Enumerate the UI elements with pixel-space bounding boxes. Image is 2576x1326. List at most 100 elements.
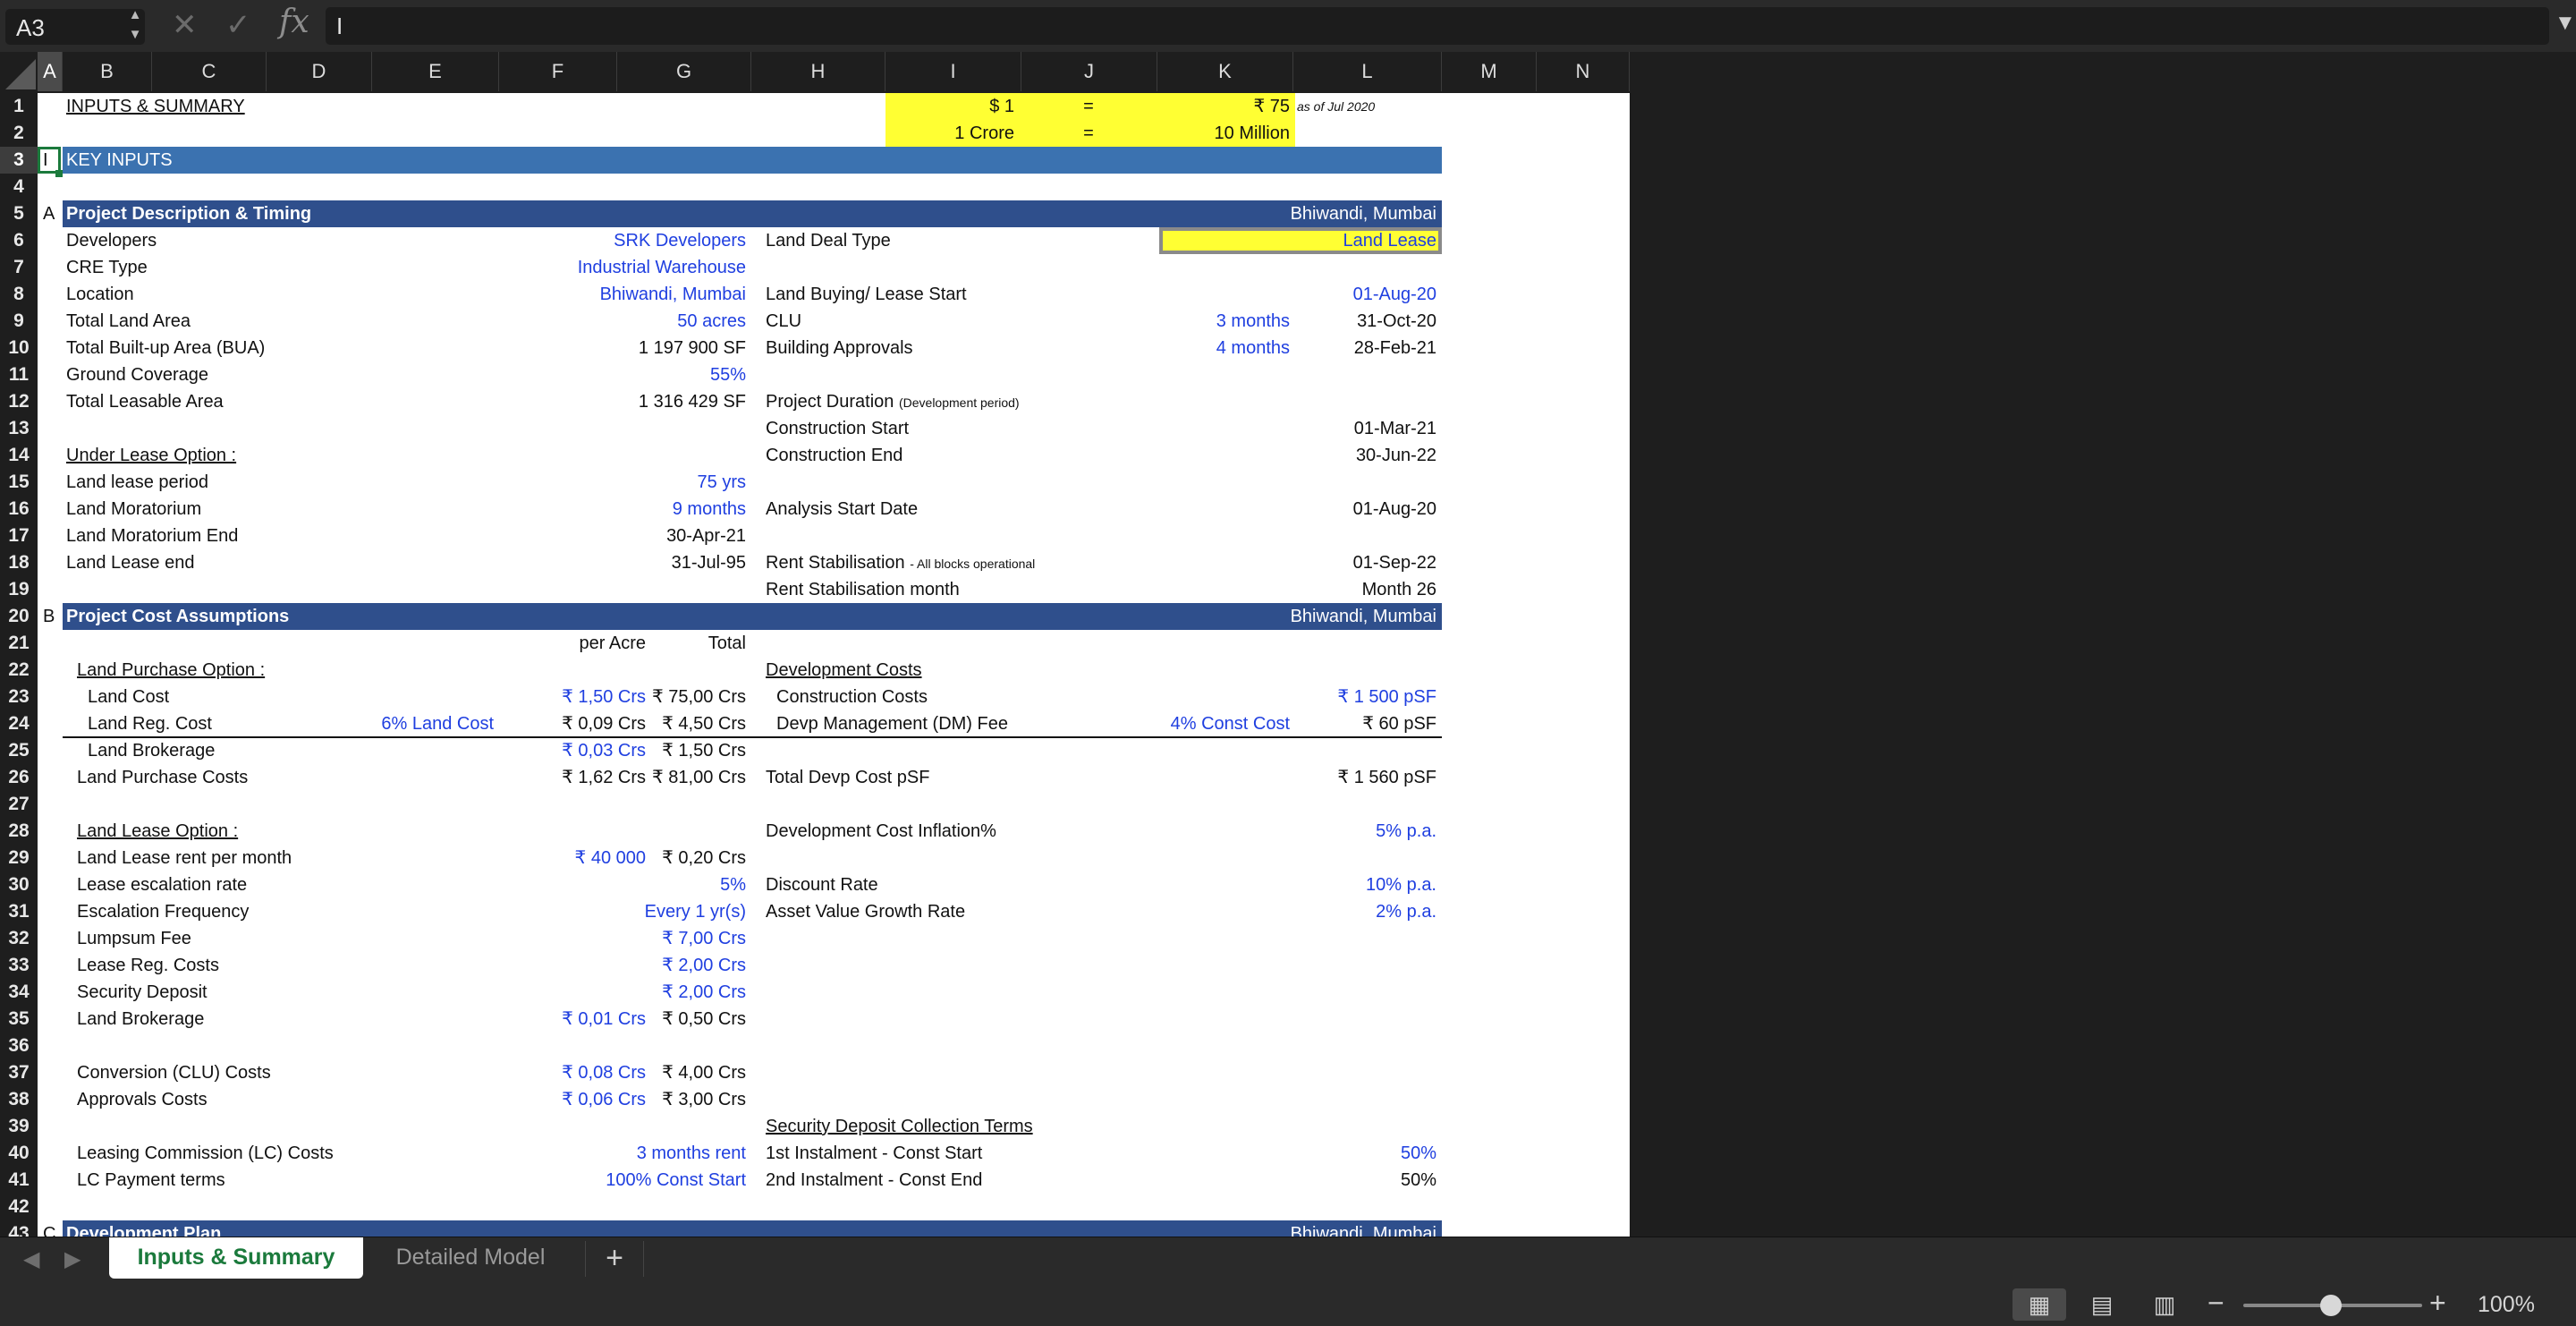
column-header-h[interactable]: H [751, 52, 886, 91]
row-header-19[interactable]: 19 [0, 576, 38, 603]
column-header-l[interactable]: L [1293, 52, 1442, 91]
row-header-13[interactable]: 13 [0, 415, 38, 442]
row-header-18[interactable]: 18 [0, 549, 38, 576]
input-value[interactable]: ₹ 1 500 pSF [1290, 684, 1436, 710]
select-all-corner-icon[interactable] [0, 52, 38, 91]
row-header-41[interactable]: 41 [0, 1167, 38, 1194]
zoom-out-icon[interactable]: − [2207, 1287, 2224, 1320]
input-value[interactable]: Bhiwandi, Mumbai [538, 281, 746, 308]
input-value[interactable]: 55% [538, 361, 746, 388]
column-header-i[interactable]: I [886, 52, 1021, 91]
input-value[interactable]: ₹ 1,50 Crs [503, 684, 646, 710]
fill-handle[interactable] [55, 170, 63, 177]
cancel-icon[interactable]: ✕ [172, 7, 198, 43]
row-header-38[interactable]: 38 [0, 1086, 38, 1113]
input-value[interactable]: 2% p.a. [1290, 898, 1436, 925]
row-header-20[interactable]: 20 [0, 603, 38, 630]
input-value[interactable]: 50 acres [538, 308, 746, 335]
fx-rate[interactable]: ₹ 75 [1159, 93, 1290, 120]
row-header-12[interactable]: 12 [0, 388, 38, 415]
input-value[interactable]: ₹ 0,01 Crs [503, 1006, 646, 1033]
input-value[interactable]: 100% Const Start [574, 1167, 746, 1194]
page-break-button[interactable]: ▥ [2138, 1288, 2191, 1321]
row-header-25[interactable]: 25 [0, 737, 38, 764]
input-value[interactable]: ₹ 2,00 Crs [646, 952, 746, 979]
row-header-32[interactable]: 32 [0, 925, 38, 952]
tab-detailed-model[interactable]: Detailed Model [367, 1237, 574, 1279]
row-header-9[interactable]: 9 [0, 308, 38, 335]
row-header-8[interactable]: 8 [0, 281, 38, 308]
input-value[interactable]: ₹ 0,03 Crs [503, 737, 646, 764]
row-header-35[interactable]: 35 [0, 1006, 38, 1033]
expand-formula-icon[interactable]: ▼ [2555, 11, 2576, 36]
row-header-22[interactable]: 22 [0, 657, 38, 684]
chevron-down-icon[interactable]: ▼ [125, 25, 145, 45]
input-value[interactable]: 5% [646, 871, 746, 898]
row-header-34[interactable]: 34 [0, 979, 38, 1006]
row-header-27[interactable]: 27 [0, 791, 38, 818]
row-header-3[interactable]: 3 [0, 147, 38, 174]
next-sheet-icon[interactable]: ▶ [64, 1246, 80, 1272]
row-header-16[interactable]: 16 [0, 496, 38, 523]
row-header-39[interactable]: 39 [0, 1113, 38, 1140]
row-header-1[interactable]: 1 [0, 93, 38, 120]
land-deal-type-value[interactable]: Land Lease [1163, 227, 1436, 254]
input-value[interactable]: 50% [1290, 1140, 1436, 1167]
normal-view-button[interactable]: ▦ [2012, 1288, 2066, 1321]
formula-input[interactable]: I [326, 7, 2549, 45]
zoom-level[interactable]: 100% [2478, 1292, 2535, 1318]
name-box-stepper[interactable]: ▲ ▼ [125, 5, 145, 47]
row-header-37[interactable]: 37 [0, 1059, 38, 1086]
row-header-15[interactable]: 15 [0, 469, 38, 496]
row-header-36[interactable]: 36 [0, 1033, 38, 1059]
column-header-a[interactable]: A [38, 52, 63, 91]
input-value[interactable]: 75 yrs [538, 469, 746, 496]
row-header-5[interactable]: 5 [0, 200, 38, 227]
name-box[interactable]: A3 [5, 9, 145, 45]
input-value[interactable]: 4% Const Cost [1147, 710, 1290, 737]
row-header-17[interactable]: 17 [0, 523, 38, 549]
input-value[interactable]: 9 months [538, 496, 746, 523]
zoom-slider-handle[interactable] [2320, 1295, 2342, 1316]
column-header-c[interactable]: C [152, 52, 267, 91]
row-header-14[interactable]: 14 [0, 442, 38, 469]
column-header-d[interactable]: D [267, 52, 372, 91]
column-header-j[interactable]: J [1021, 52, 1157, 91]
input-value[interactable]: Every 1 yr(s) [574, 898, 746, 925]
tab-inputs-summary[interactable]: Inputs & Summary [109, 1237, 363, 1279]
row-header-33[interactable]: 33 [0, 952, 38, 979]
add-sheet-button[interactable]: + [585, 1241, 644, 1277]
input-value[interactable]: 5% p.a. [1290, 818, 1436, 845]
row-header-28[interactable]: 28 [0, 818, 38, 845]
row-header-29[interactable]: 29 [0, 845, 38, 871]
row-header-30[interactable]: 30 [0, 871, 38, 898]
row-header-4[interactable]: 4 [0, 174, 38, 200]
row-header-23[interactable]: 23 [0, 684, 38, 710]
input-value[interactable]: 6% Land Cost [369, 710, 494, 737]
input-value[interactable]: Industrial Warehouse [538, 254, 746, 281]
column-header-e[interactable]: E [372, 52, 499, 91]
row-header-11[interactable]: 11 [0, 361, 38, 388]
row-header-40[interactable]: 40 [0, 1140, 38, 1167]
column-header-k[interactable]: K [1157, 52, 1293, 91]
input-value[interactable]: ₹ 0,06 Crs [503, 1086, 646, 1113]
input-value[interactable]: 4 months [1159, 335, 1290, 361]
row-header-26[interactable]: 26 [0, 764, 38, 791]
prev-sheet-icon[interactable]: ◀ [23, 1246, 39, 1272]
input-value[interactable]: ₹ 0,08 Crs [503, 1059, 646, 1086]
column-header-b[interactable]: B [63, 52, 152, 91]
row-header-6[interactable]: 6 [0, 227, 38, 254]
column-header-n[interactable]: N [1537, 52, 1630, 91]
column-header-g[interactable]: G [617, 52, 751, 91]
checkmark-icon[interactable]: ✓ [225, 7, 251, 43]
row-header-31[interactable]: 31 [0, 898, 38, 925]
zoom-in-icon[interactable]: + [2429, 1287, 2446, 1320]
column-header-m[interactable]: M [1442, 52, 1537, 91]
input-value[interactable]: ₹ 7,00 Crs [646, 925, 746, 952]
input-value[interactable]: 01-Aug-20 [1200, 281, 1436, 308]
input-value[interactable]: 3 months rent [574, 1140, 746, 1167]
row-header-21[interactable]: 21 [0, 630, 38, 657]
row-header-7[interactable]: 7 [0, 254, 38, 281]
chevron-up-icon[interactable]: ▲ [125, 5, 145, 25]
column-header-f[interactable]: F [499, 52, 617, 91]
